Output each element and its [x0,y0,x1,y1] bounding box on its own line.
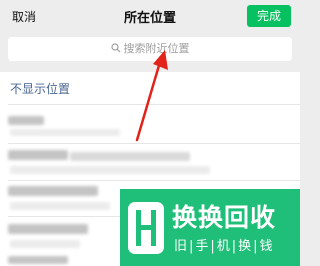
watermark-subtitle: 旧|手|机|换|钱 [174,239,275,254]
done-button[interactable]: 完成 [247,5,291,27]
hide-location-option[interactable]: 不显示位置 [10,80,70,97]
watermark-logo: 换换回收 旧|手|机|换|钱 [120,189,300,266]
navigation-bar: 取消 所在位置 完成 [0,0,300,34]
search-icon [110,43,120,53]
watermark-h-icon [128,202,164,254]
redacted-location-address [10,129,120,136]
search-placeholder-wrap: 搜索附近位置 [8,37,292,61]
redacted-location-name[interactable] [8,150,68,160]
redacted-location-address [10,166,210,174]
redacted-location-name[interactable] [8,116,44,125]
redacted-location-name[interactable] [8,186,98,196]
divider [8,104,300,105]
redacted-location-address [10,202,110,210]
watermark-name: 换换回收 [172,203,277,232]
divider [8,143,300,144]
redacted-location-address [10,240,80,248]
search-input[interactable]: 搜索附近位置 [8,37,292,61]
redacted-location-name[interactable] [8,224,88,234]
divider [8,180,300,181]
redacted-location-name[interactable] [8,256,68,264]
redacted-location-name-extra [70,152,190,161]
search-placeholder: 搜索附近位置 [123,42,190,55]
